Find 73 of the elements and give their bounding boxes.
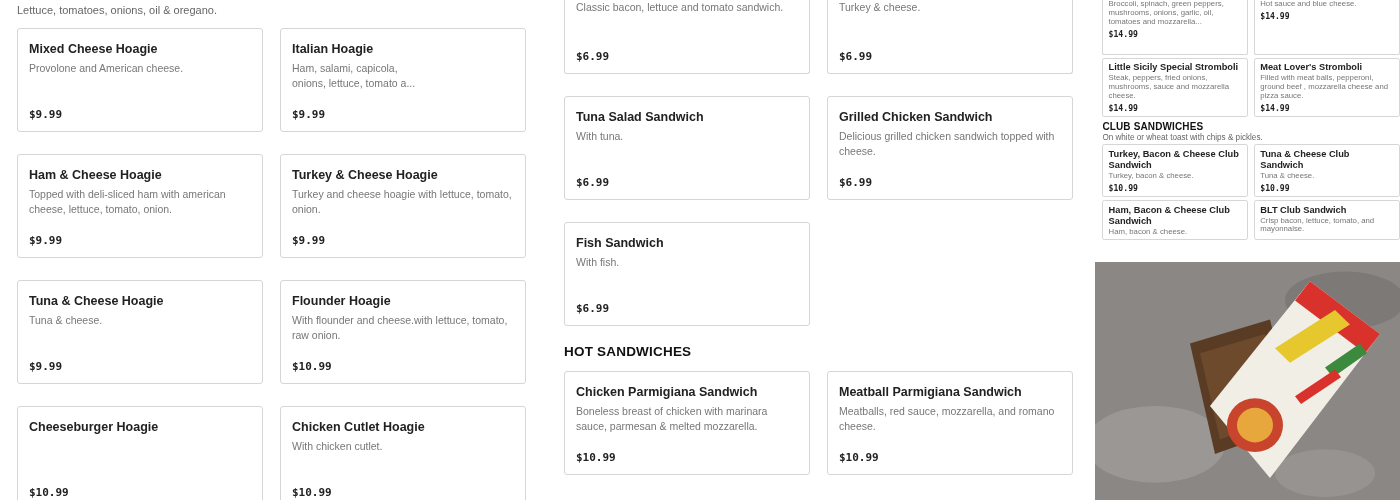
item-name: BLT Club Sandwich [1260, 204, 1348, 216]
item-name: Mixed Cheese Hoagie [29, 41, 159, 58]
menu-card[interactable]: Cheeseburger Hoagie $10.99 [17, 406, 263, 500]
item-price: $9.99 [292, 108, 327, 121]
menu-card[interactable]: Meatball Parmigiana Sandwich Meatballs, red sauce, mozzarella, and romano cheese. $10.99 [827, 371, 1073, 475]
item-price: $6.99 [576, 176, 611, 189]
menu-card[interactable]: Flounder Hoagie With flounder and cheese.with lettuce, tomato, raw onion. $10.99 [280, 280, 526, 384]
item-name: Cheeseburger Hoagie [29, 419, 160, 436]
item-description: Topped with deli-sliced ham with american cheese, lettuce, tomato, onion. [29, 187, 227, 217]
item-price: $9.99 [292, 234, 327, 247]
menu-card[interactable]: Turkey & cheese. $6.99 [827, 0, 1073, 74]
item-description: Delicious grilled chicken sandwich topped with cheese. [839, 129, 1056, 159]
item-name: Chicken Cutlet Hoagie [292, 419, 426, 436]
menu-card[interactable]: Turkey & Cheese Hoagie Turkey and cheese hoagie with lettuce, tomato, onion. $9.99 [280, 154, 526, 258]
menu-card[interactable]: Mixed Cheese Hoagie Provolone and American cheese. $9.99 [17, 28, 263, 132]
item-name: Grilled Chicken Sandwich [839, 109, 994, 126]
item-name: Little Sicily Special Stromboli [1108, 62, 1240, 74]
item-description: Turkey and cheese hoagie with lettuce, tomato, onion. [292, 187, 513, 217]
item-description: Classic bacon, lettuce and tomato sandwich. [576, 0, 785, 15]
item-description: Boneless breast of chicken with marinara sauce, parmesan & melted mozzarella. [576, 404, 769, 434]
menu-card[interactable]: Chicken Parmigiana Sandwich Boneless breast of chicken with marinara sauce, parmesan & melted mozzarella. $10.99 [564, 371, 810, 475]
item-price: $6.99 [839, 176, 874, 189]
menu-card[interactable]: Tuna Salad Sandwich With tuna. $6.99 [564, 96, 810, 200]
item-price: $10.99 [292, 486, 333, 499]
item-price: $6.99 [576, 302, 611, 315]
item-name: Italian Hoagie [292, 41, 375, 58]
item-name: Flounder Hoagie [292, 293, 392, 310]
item-name: Ham & Cheese Hoagie [29, 167, 163, 184]
item-description: Tuna & cheese. [29, 313, 104, 328]
item-name: Tuna Salad Sandwich [576, 109, 705, 126]
item-name: Ham, Bacon & Cheese Club Sandwich [1108, 204, 1231, 227]
item-description: With tuna. [576, 129, 625, 144]
item-description: With flounder and cheese.with lettuce, tomato, raw onion. [292, 313, 509, 343]
item-description: With chicken cutlet. [292, 439, 384, 454]
section-note: Lettuce, tomatoes, onions, oil & oregano. [17, 4, 218, 16]
item-price: $10.99 [1108, 183, 1139, 194]
item-price: $14.99 [1108, 28, 1139, 39]
item-description: With fish. [576, 255, 621, 270]
item-name: Fish Sandwich [576, 235, 665, 252]
menu-card[interactable]: Italian Hoagie Ham, salami, capicola, onions, lettuce, tomato a... $9.99 [280, 28, 526, 132]
item-price: $6.99 [839, 50, 874, 63]
item-name: Chicken Parmigiana Sandwich [576, 384, 759, 401]
item-price: $9.99 [29, 108, 64, 121]
menu-card[interactable]: Classic bacon, lettuce and tomato sandwich. $6.99 [564, 0, 810, 74]
item-price: $14.99 [1260, 103, 1291, 114]
item-name: Turkey & Cheese Hoagie [292, 167, 439, 184]
item-price: $6.99 [576, 50, 611, 63]
item-price: $10.99 [576, 451, 617, 464]
item-description: Ham, salami, capicola, onions, lettuce, tomato a... [292, 61, 417, 91]
menu-card[interactable]: Chicken Cutlet Hoagie With chicken cutlet. $10.99 [280, 406, 526, 500]
item-price: $14.99 [1108, 103, 1139, 114]
menu-card[interactable]: Grilled Chicken Sandwich Delicious grilled chicken sandwich topped with cheese. $6.99 [827, 96, 1073, 200]
menu-card[interactable]: Ham & Cheese Hoagie Topped with deli-sliced ham with american cheese, lettuce, tomato, onion. $9.99 [17, 154, 263, 258]
item-name: Tuna & Cheese Club Sandwich [1260, 149, 1351, 172]
item-price: $10.99 [29, 486, 70, 499]
item-price: $14.99 [1260, 11, 1291, 22]
item-name: Tuna & Cheese Hoagie [29, 293, 165, 310]
item-price: $10.99 [839, 451, 880, 464]
item-name: Meat Lover's Stromboli [1260, 62, 1364, 74]
item-price: $9.99 [29, 234, 64, 247]
item-description: Meatballs, red sauce, mozzarella, and romano cheese. [839, 404, 1056, 434]
section-note: On white or wheat toast with chips & pickles. [1102, 133, 1264, 143]
section-heading: HOT SANDWICHES [564, 344, 693, 359]
item-price: $10.99 [292, 360, 333, 373]
section-heading: CLUB SANDWICHES [1102, 120, 1205, 132]
item-price: $10.99 [1260, 183, 1291, 194]
item-name: Meatball Parmigiana Sandwich [839, 384, 1023, 401]
item-description: Provolone and American cheese. [29, 61, 185, 76]
menu-card[interactable]: Tuna & Cheese Hoagie Tuna & cheese. $9.99 [17, 280, 263, 384]
menu-card[interactable]: Fish Sandwich With fish. $6.99 [564, 222, 810, 326]
item-name: Turkey, Bacon & Cheese Club Sandwich [1108, 149, 1240, 172]
item-description: Turkey & cheese. [839, 0, 922, 15]
item-price: $9.99 [29, 360, 64, 373]
